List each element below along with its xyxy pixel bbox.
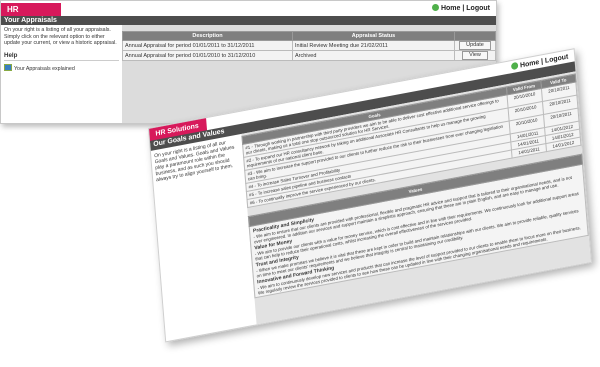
page-title: Your Appraisals — [1, 16, 496, 25]
logout-link[interactable]: Logout — [466, 5, 490, 12]
top-links: Home | Logout — [431, 4, 490, 12]
help-link[interactable]: Your Appraisals explained — [4, 64, 119, 73]
sidebar: On your right is a listing of all our Go… — [151, 134, 257, 341]
link-separator: | — [540, 58, 544, 66]
home-icon — [510, 61, 519, 71]
table-row: Annual Appraisal for period 01/01/2010 t… — [122, 50, 496, 61]
column-header-status: Appraisal Status — [292, 31, 455, 41]
column-header-description: Description — [122, 31, 293, 41]
book-icon — [4, 64, 12, 71]
table-header-row: Description Appraisal Status — [122, 31, 496, 41]
view-button[interactable]: View — [462, 51, 488, 60]
appraisal-status: Archived — [292, 50, 455, 61]
appraisals-table: Description Appraisal Status Annual Appr… — [122, 31, 496, 61]
help-link-label: Your Appraisals explained — [14, 66, 75, 72]
appraisal-description: Annual Appraisal for period 01/01/2010 t… — [122, 50, 293, 61]
help-heading: Help — [4, 52, 119, 61]
home-link[interactable]: Home — [441, 5, 460, 12]
main-content: Goals Valid From Valid To #1 - Through w… — [241, 71, 591, 325]
link-separator: | — [462, 5, 465, 12]
update-button[interactable]: Update — [459, 41, 491, 50]
home-icon — [431, 4, 439, 11]
appraisal-status: Initial Review Meeting due 21/02/2011 — [292, 40, 455, 51]
sidebar: On your right is a listing of all your a… — [1, 25, 122, 123]
column-header-action — [454, 31, 496, 41]
table-row: Annual Appraisal for period 01/01/2011 t… — [122, 40, 496, 51]
appraisal-description: Annual Appraisal for period 01/01/2011 t… — [122, 40, 293, 51]
intro-text: On your right is a listing of all your a… — [4, 27, 117, 46]
